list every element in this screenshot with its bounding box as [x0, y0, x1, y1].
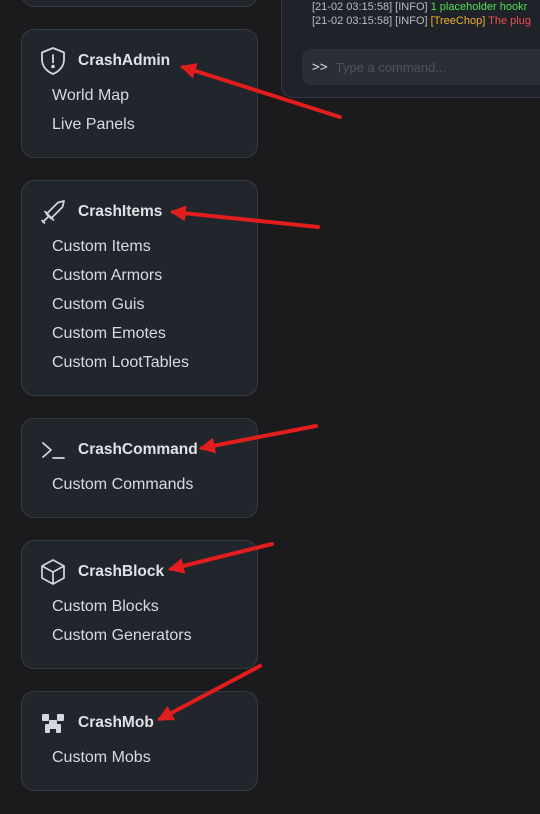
command-bar[interactable]: >>	[302, 49, 540, 85]
card-items: Custom Items Custom Armors Custom Guis C…	[52, 237, 189, 382]
card-title[interactable]: CrashItems	[78, 203, 162, 221]
command-input[interactable]	[333, 58, 538, 76]
log-text: 1 placeholder hookr	[430, 1, 528, 13]
menu-item-custom-generators[interactable]: Custom Generators	[52, 626, 192, 655]
creeper-icon	[38, 708, 68, 738]
log-text: The plug	[488, 15, 531, 27]
card-items: Custom Blocks Custom Generators	[52, 597, 192, 655]
menu-item-custom-armors[interactable]: Custom Armors	[52, 266, 189, 295]
menu-item-custom-loottables[interactable]: Custom LootTables	[52, 353, 189, 382]
log-tag: TreeChop	[433, 15, 483, 27]
log-line: [21-02 03:15:58] [INFO] 1 placeholder ho…	[312, 1, 527, 13]
cube-icon	[38, 557, 68, 587]
log-prefix: [21-02 03:15:58] [INFO]	[312, 1, 431, 13]
console-panel: [21-02 03:15:58] [INFO] 1 placeholder ho…	[281, 0, 540, 98]
menu-item-world-map[interactable]: World Map	[52, 86, 135, 115]
menu-item-custom-blocks[interactable]: Custom Blocks	[52, 597, 192, 626]
card-crashadmin: CrashAdmin World Map Live Panels	[21, 29, 258, 158]
terminal-icon	[38, 435, 68, 465]
menu-item-custom-mobs[interactable]: Custom Mobs	[52, 748, 151, 777]
card-crashmob: CrashMob Custom Mobs	[21, 691, 258, 791]
command-prompt: >>	[312, 59, 328, 75]
sword-icon	[38, 197, 68, 227]
card-items: Custom Commands	[52, 475, 193, 504]
card-header: CrashBlock	[38, 557, 164, 587]
card-header: CrashAdmin	[38, 46, 170, 76]
card-title[interactable]: CrashCommand	[78, 441, 198, 459]
menu-item-custom-guis[interactable]: Custom Guis	[52, 295, 189, 324]
card-header: CrashItems	[38, 197, 162, 227]
menu-item-custom-items[interactable]: Custom Items	[52, 237, 189, 266]
card-title[interactable]: CrashAdmin	[78, 52, 170, 70]
card-title[interactable]: CrashMob	[78, 714, 154, 732]
shield-icon	[38, 46, 68, 76]
card-crashitems: CrashItems Custom Items Custom Armors Cu…	[21, 180, 258, 396]
card-items: Custom Mobs	[52, 748, 151, 777]
card-crashblock: CrashBlock Custom Blocks Custom Generato…	[21, 540, 258, 669]
partial-card-top	[21, 0, 258, 7]
card-crashcommand: CrashCommand Custom Commands	[21, 418, 258, 518]
menu-item-live-panels[interactable]: Live Panels	[52, 115, 135, 144]
log-prefix: [21-02 03:15:58] [INFO]	[312, 15, 431, 27]
menu-item-custom-commands[interactable]: Custom Commands	[52, 475, 193, 504]
card-items: World Map Live Panels	[52, 86, 135, 144]
card-header: CrashCommand	[38, 435, 198, 465]
card-header: CrashMob	[38, 708, 154, 738]
card-title[interactable]: CrashBlock	[78, 563, 164, 581]
menu-item-custom-emotes[interactable]: Custom Emotes	[52, 324, 189, 353]
log-line: [21-02 03:15:58] [INFO] [TreeChop] The p…	[312, 15, 531, 27]
